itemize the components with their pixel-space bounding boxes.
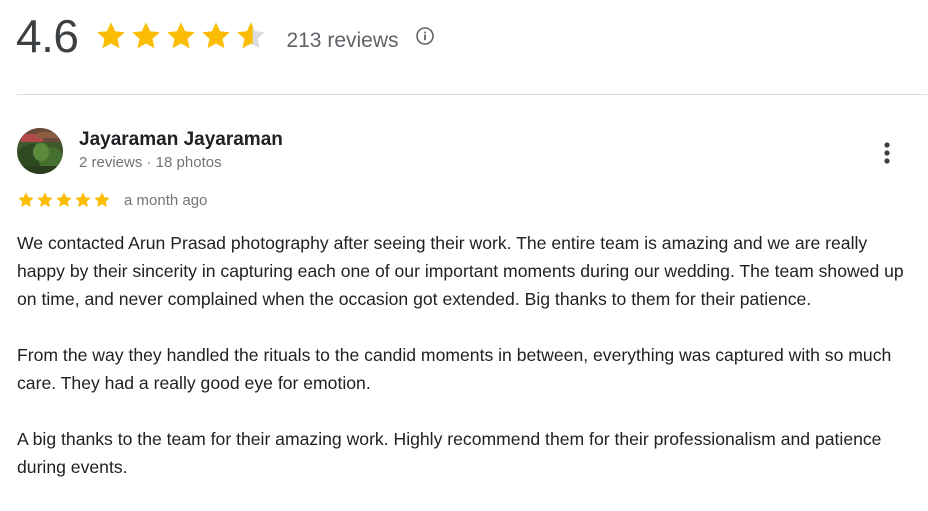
review-paragraph: A big thanks to the team for their amazi… xyxy=(17,429,882,477)
star-icon xyxy=(164,20,198,52)
author-meta: 2 reviews · 18 photos xyxy=(79,154,222,171)
star-icon xyxy=(74,191,92,209)
more-vert-icon xyxy=(884,142,890,164)
divider xyxy=(17,94,927,95)
avatar[interactable] xyxy=(17,128,63,174)
star-icon xyxy=(17,191,35,209)
star-icon xyxy=(93,191,111,209)
more-options-button[interactable] xyxy=(874,138,900,168)
reviews-count[interactable]: 213 reviews xyxy=(286,29,398,53)
star-icon xyxy=(55,191,73,209)
rating-summary: 4.6 213 reviews xyxy=(16,6,435,66)
star-icon xyxy=(36,191,54,209)
overall-star-rating xyxy=(94,20,268,52)
review-date: a month ago xyxy=(124,191,208,209)
review-rating-row: a month ago xyxy=(17,190,207,210)
star-icon xyxy=(94,20,128,52)
review-paragraph: We contacted Arun Prasad photography aft… xyxy=(17,233,904,309)
info-icon[interactable] xyxy=(415,26,435,46)
star-icon xyxy=(129,20,163,52)
review-paragraph: From the way they handled the rituals to… xyxy=(17,345,892,393)
author-name[interactable]: Jayaraman Jayaraman xyxy=(79,129,283,151)
star-icon xyxy=(199,20,233,52)
review-text: We contacted Arun Prasad photography aft… xyxy=(17,229,912,509)
review-star-rating xyxy=(17,191,111,209)
overall-rating: 4.6 xyxy=(16,10,79,62)
half-star-icon xyxy=(234,20,268,52)
